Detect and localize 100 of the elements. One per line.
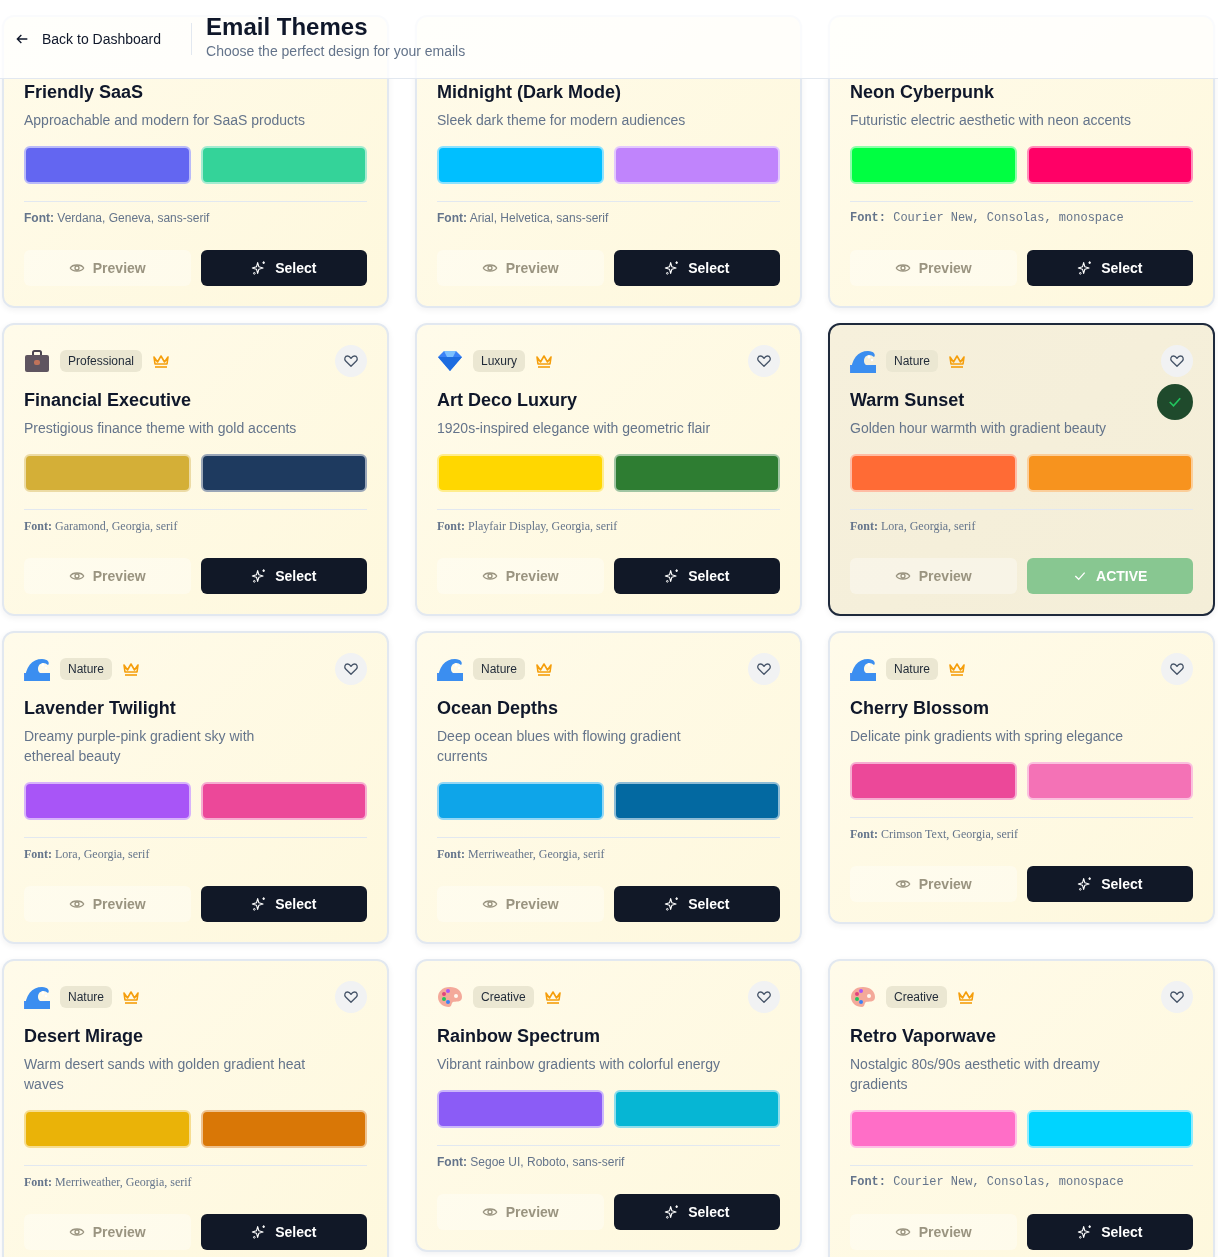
favorite-button[interactable] — [1161, 981, 1193, 1013]
theme-title: Ocean Depths — [437, 697, 559, 719]
sparkle-icon — [664, 896, 681, 912]
font-info: Font: Lora, Georgia, serif — [850, 519, 977, 534]
sparkle-icon — [1077, 260, 1094, 276]
heart-icon — [1169, 661, 1185, 677]
category-badge: Creative — [886, 986, 947, 1008]
preview-button[interactable]: Preview — [850, 866, 1017, 902]
theme-title: Warm Sunset — [850, 389, 965, 411]
font-info: Font: Garamond, Georgia, serif — [24, 519, 179, 534]
category-badge: Luxury — [473, 350, 526, 372]
theme-description: Golden hour warmth with gradient beauty — [850, 419, 1108, 438]
category-badge: Nature — [886, 658, 939, 680]
theme-title: Friendly SaaS — [24, 81, 144, 103]
favorite-button[interactable] — [335, 981, 367, 1013]
palette-icon — [437, 985, 463, 1009]
briefcase-icon — [24, 349, 50, 373]
theme-title: Art Deco Luxury — [437, 389, 578, 411]
heart-icon — [343, 353, 359, 369]
select-button[interactable]: Select — [613, 1194, 780, 1230]
select-button[interactable]: Select — [1026, 250, 1193, 286]
theme-title: Lavender Twilight — [24, 697, 176, 719]
font-info: Font: Merriweather, Georgia, serif — [24, 1175, 193, 1190]
sparkle-icon — [251, 896, 268, 912]
favorite-button[interactable] — [748, 981, 780, 1013]
select-button[interactable]: Select — [200, 558, 367, 594]
select-button[interactable]: Select — [200, 886, 367, 922]
select-button[interactable]: Select — [200, 250, 367, 286]
theme-title: Financial Executive — [24, 389, 192, 411]
crown-icon — [948, 661, 967, 677]
category-badge: Creative — [473, 986, 534, 1008]
theme-description: Warm desert sands with golden gradient heat waves — [24, 1055, 307, 1094]
select-button[interactable]: Select — [613, 250, 780, 286]
sparkle-icon — [1077, 1224, 1094, 1240]
font-info: Font: Playfair Display, Georgia, serif — [437, 519, 619, 534]
favorite-button[interactable] — [1161, 345, 1193, 377]
preview-button[interactable]: Preview — [24, 250, 191, 286]
font-info: Font: Crimson Text, Georgia, serif — [850, 827, 1020, 842]
preview-button[interactable]: Preview — [850, 558, 1017, 594]
font-info: Font: Courier New, Consolas, monospace — [850, 1175, 1125, 1190]
category-badge: Nature — [60, 986, 113, 1008]
crown-icon — [948, 353, 967, 369]
preview-button[interactable]: Preview — [437, 558, 604, 594]
select-button[interactable]: Select — [1026, 866, 1193, 902]
select-button[interactable]: Select — [1026, 1214, 1193, 1250]
wave-icon — [850, 657, 876, 681]
select-button[interactable]: Select — [613, 886, 780, 922]
crown-icon — [535, 661, 554, 677]
page-subtitle: Choose the perfect design for your emails — [206, 43, 466, 59]
preview-button[interactable]: Preview — [437, 1194, 604, 1230]
font-info: Font: Arial, Helvetica, sans-serif — [437, 211, 610, 226]
select-button[interactable]: Select — [200, 1214, 367, 1250]
preview-button[interactable]: Preview — [24, 558, 191, 594]
sparkle-icon — [664, 568, 681, 584]
font-info: Font: Merriweather, Georgia, serif — [437, 847, 606, 862]
active-button[interactable]: ACTIVE — [1026, 558, 1193, 594]
preview-button[interactable]: Preview — [850, 1214, 1017, 1250]
theme-title: Desert Mirage — [24, 1025, 144, 1047]
back-link[interactable]: Back to Dashboard — [0, 25, 178, 53]
theme-title: Cherry Blossom — [850, 697, 990, 719]
sparkle-icon — [664, 1204, 681, 1220]
wave-icon — [437, 657, 463, 681]
favorite-button[interactable] — [748, 653, 780, 685]
category-badge: Nature — [60, 658, 113, 680]
font-info: Font: Lora, Georgia, serif — [24, 847, 151, 862]
theme-title: Neon Cyberpunk — [850, 81, 995, 103]
heart-icon — [756, 353, 772, 369]
gem-icon — [437, 349, 463, 373]
theme-description: Sleek dark theme for modern audiences — [437, 111, 687, 130]
category-badge: Professional — [60, 350, 143, 372]
select-button[interactable]: Select — [613, 558, 780, 594]
category-badge: Nature — [886, 350, 939, 372]
theme-description: Nostalgic 80s/90s aesthetic with dreamy gradients — [850, 1055, 1101, 1094]
wave-icon — [24, 985, 50, 1009]
favorite-button[interactable] — [748, 345, 780, 377]
preview-button[interactable]: Preview — [24, 886, 191, 922]
heart-icon — [756, 989, 772, 1005]
preview-button[interactable]: Preview — [24, 1214, 191, 1250]
palette-icon — [850, 985, 876, 1009]
preview-button[interactable]: Preview — [437, 250, 604, 286]
crown-icon — [543, 989, 562, 1005]
favorite-button[interactable] — [335, 653, 367, 685]
preview-button[interactable]: Preview — [850, 250, 1017, 286]
favorite-button[interactable] — [1161, 653, 1193, 685]
favorite-button[interactable] — [335, 345, 367, 377]
category-badge: Nature — [473, 658, 526, 680]
heart-icon — [343, 989, 359, 1005]
preview-button[interactable]: Preview — [437, 886, 604, 922]
sparkle-icon — [251, 1224, 268, 1240]
crown-icon — [122, 661, 141, 677]
sparkle-icon — [251, 568, 268, 584]
theme-description: Deep ocean blues with flowing gradient currents — [437, 727, 682, 766]
theme-description: Delicate pink gradients with spring elegance — [850, 727, 1125, 746]
heart-icon — [343, 661, 359, 677]
theme-description: 1920s-inspired elegance with geometric flair — [437, 419, 712, 438]
font-info: Font: Verdana, Geneva, sans-serif — [24, 211, 211, 226]
theme-description: Dreamy purple-pink gradient sky with ethereal beauty — [24, 727, 256, 766]
crown-icon — [956, 989, 975, 1005]
sparkle-icon — [664, 260, 681, 276]
sparkle-icon — [1077, 876, 1094, 892]
